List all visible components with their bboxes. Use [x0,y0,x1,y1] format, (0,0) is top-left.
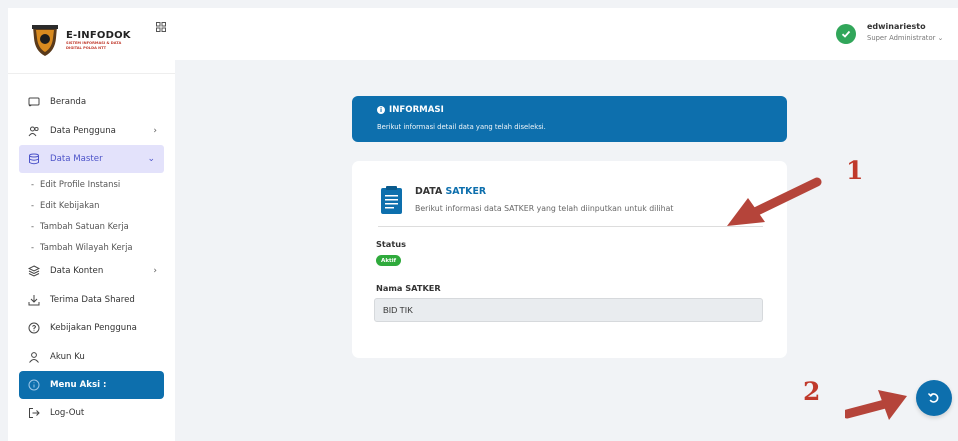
sidebar-item-data-pengguna[interactable]: Data Pengguna › [8,117,175,146]
detail-title: DATA SATKER [415,186,486,197]
sidebar-item-label: Menu Aksi : [50,380,107,390]
sidebar-item-data-master[interactable]: Data Master ⌄ [19,145,164,173]
users-icon [28,125,40,137]
sidebar-subitem-edit-kebijakan[interactable]: - Edit Kebijakan [8,194,175,215]
layers-icon [28,265,40,277]
divider [378,226,763,227]
grid-icon[interactable] [156,22,166,32]
sidebar-item-label: Kebijakan Pengguna [50,323,137,334]
sidebar-item-label: Log-Out [50,408,85,419]
brand-subtitle: SISTEM INFORMASI & DATA DIGITAL POLDA NT… [66,41,122,50]
sidebar-item-kebijakan[interactable]: Kebijakan Pengguna [8,314,175,343]
annotation-number-2: 2 [803,377,821,406]
detail-title-accent: SATKER [445,186,487,197]
sidebar-item-label: Data Pengguna [50,125,116,136]
annotation-number-1: 1 [846,156,864,185]
database-icon [28,153,40,165]
document-icon [381,186,402,214]
user-icon [28,351,40,363]
user-name[interactable]: edwinariesto [867,22,926,31]
cast-icon [28,96,40,108]
check-icon [836,24,856,44]
brand-title: E-INFODOK [66,30,131,41]
sidebar-nav: Beranda Data Pengguna › Data Master ⌄ - … [8,74,175,428]
sidebar-item-label: Data Konten [50,266,104,277]
sidebar-subitem-label: Edit Profile Instansi [40,178,121,189]
info-icon [28,379,40,391]
detail-card: DATA SATKER Berikut informasi data SATKE… [352,161,787,358]
info-title: INFORMASI [389,105,444,115]
info-subtitle: Berikut informasi detail data yang telah… [377,123,546,131]
detail-title-prefix: DATA [415,186,446,197]
logout-icon [28,407,40,419]
sidebar-item-beranda[interactable]: Beranda [8,88,175,117]
chevron-down-icon: ⌄ [147,154,155,164]
sidebar-item-label: Data Master [50,154,103,164]
nama-satker-field[interactable]: BID TIK [374,298,763,322]
sidebar-item-label: Akun Ku [50,351,85,362]
chevron-right-icon: › [153,125,157,136]
detail-subtitle: Berikut informasi data SATKER yang telah… [415,204,674,213]
annotation-arrow-1 [727,177,822,226]
sidebar-subitem-tambah-satuan[interactable]: - Tambah Satuan Kerja [8,215,175,236]
download-icon [28,294,40,306]
sidebar-item-akun-ku[interactable]: Akun Ku [8,343,175,372]
bullet-dash: - [31,241,35,252]
info-title-row: i INFORMASI [377,105,787,115]
bullet-dash: - [31,220,35,231]
bullet-dash: - [31,199,35,210]
police-logo [32,24,58,56]
info-icon: i [377,106,385,114]
sidebar: E-INFODOK SISTEM INFORMASI & DATA DIGITA… [8,8,175,441]
sidebar-subitem-edit-profile[interactable]: - Edit Profile Instansi [8,173,175,194]
nama-satker-label: Nama SATKER [376,283,441,293]
help-circle-icon [28,322,40,334]
top-header: edwinariesto Super Administrator ⌄ [175,8,958,60]
sidebar-item-terima-data[interactable]: Terima Data Shared [8,286,175,315]
sidebar-item-logout[interactable]: Log-Out [8,399,175,428]
sidebar-item-label: Beranda [50,97,87,108]
sidebar-subitem-label: Edit Kebijakan [40,199,100,210]
bullet-dash: - [31,178,35,189]
brand-text: E-INFODOK SISTEM INFORMASI & DATA DIGITA… [66,30,131,51]
sidebar-subitem-tambah-wilayah[interactable]: - Tambah Wilayah Kerja [8,236,175,257]
chevron-right-icon: › [153,266,157,276]
sidebar-item-menu-aksi[interactable]: Menu Aksi : [19,371,164,399]
sidebar-item-label: Terima Data Shared [50,294,135,305]
annotation-arrow-2 [845,390,907,420]
refresh-icon [927,393,939,403]
status-badge: Aktif [376,255,402,266]
refresh-fab-button[interactable] [916,380,952,416]
info-banner: i INFORMASI Berikut informasi detail dat… [352,96,787,142]
sidebar-item-data-konten[interactable]: Data Konten › [8,257,175,286]
user-role-dropdown[interactable]: Super Administrator ⌄ [867,34,943,42]
sidebar-subitem-label: Tambah Satuan Kerja [40,220,129,231]
status-label: Status [376,239,406,249]
logo-area: E-INFODOK SISTEM INFORMASI & DATA DIGITA… [8,8,175,74]
sidebar-subitem-label: Tambah Wilayah Kerja [40,241,133,252]
